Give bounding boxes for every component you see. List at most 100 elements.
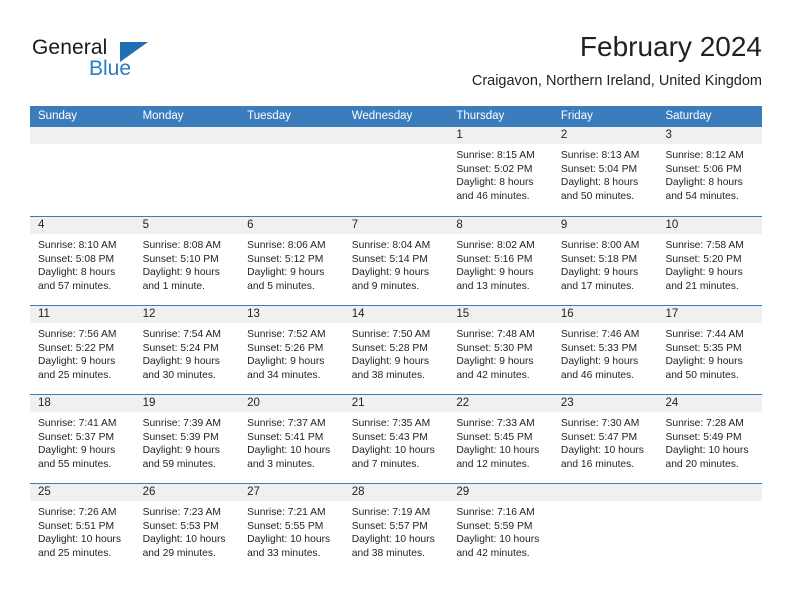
day-cell[interactable]: 3 Sunrise: 8:12 AM Sunset: 5:06 PM Dayli… <box>657 127 763 216</box>
day-info <box>30 144 135 149</box>
day-info: Sunrise: 7:58 AM Sunset: 5:20 PM Dayligh… <box>657 234 762 293</box>
weekday-header-tuesday: Tuesday <box>247 110 291 122</box>
day-cell[interactable]: 10 Sunrise: 7:58 AM Sunset: 5:20 PM Dayl… <box>657 217 763 305</box>
day-cell[interactable]: 14 Sunrise: 7:50 AM Sunset: 5:28 PM Dayl… <box>343 306 449 394</box>
day-number: 21 <box>343 395 449 412</box>
daylight-text-line2: and 34 minutes. <box>247 369 321 381</box>
daylight-text-line1: Daylight: 10 hours <box>665 445 749 457</box>
day-cell[interactable]: 7 Sunrise: 8:04 AM Sunset: 5:14 PM Dayli… <box>343 217 449 305</box>
week-row: 25 Sunrise: 7:26 AM Sunset: 5:51 PM Dayl… <box>30 483 763 572</box>
sunset-text: Sunset: 5:51 PM <box>38 520 115 532</box>
sunrise-text: Sunrise: 7:16 AM <box>456 507 535 518</box>
sunset-text: Sunset: 5:49 PM <box>665 431 742 443</box>
day-cell[interactable]: 4 Sunrise: 8:10 AM Sunset: 5:08 PM Dayli… <box>30 217 135 305</box>
day-number: 16 <box>552 306 658 323</box>
day-cell[interactable]: 5 Sunrise: 8:08 AM Sunset: 5:10 PM Dayli… <box>134 217 240 305</box>
daylight-text-line1: Daylight: 9 hours <box>456 267 534 279</box>
day-number: 14 <box>343 306 449 323</box>
daylight-text-line1: Daylight: 10 hours <box>247 445 331 457</box>
day-cell[interactable]: 19 Sunrise: 7:39 AM Sunset: 5:39 PM Dayl… <box>134 395 240 483</box>
day-cell[interactable]: 24 Sunrise: 7:28 AM Sunset: 5:49 PM Dayl… <box>657 395 763 483</box>
day-cell[interactable]: 9 Sunrise: 8:00 AM Sunset: 5:18 PM Dayli… <box>552 217 658 305</box>
location-subtitle: Craigavon, Northern Ireland, United King… <box>471 73 762 89</box>
sunset-text: Sunset: 5:41 PM <box>247 431 324 443</box>
day-cell[interactable]: 22 Sunrise: 7:33 AM Sunset: 5:45 PM Dayl… <box>448 395 553 483</box>
sunrise-text: Sunrise: 7:58 AM <box>665 240 744 251</box>
day-number <box>30 127 135 144</box>
daylight-text-line2: and 50 minutes. <box>665 369 739 381</box>
sunset-text: Sunset: 5:20 PM <box>665 253 742 265</box>
day-number: 22 <box>448 395 553 412</box>
day-cell[interactable]: 17 Sunrise: 7:44 AM Sunset: 5:35 PM Dayl… <box>657 306 763 394</box>
day-cell[interactable] <box>552 484 658 572</box>
day-cell[interactable] <box>239 127 344 216</box>
week-row: 4 Sunrise: 8:10 AM Sunset: 5:08 PM Dayli… <box>30 216 763 305</box>
sunset-text: Sunset: 5:53 PM <box>142 520 219 532</box>
daylight-text-line1: Daylight: 10 hours <box>38 534 121 546</box>
day-cell[interactable]: 6 Sunrise: 8:06 AM Sunset: 5:12 PM Dayli… <box>239 217 344 305</box>
daylight-text-line1: Daylight: 10 hours <box>351 445 435 457</box>
weekday-header-saturday: Saturday <box>665 110 712 122</box>
sunset-text: Sunset: 5:30 PM <box>456 342 533 354</box>
day-info: Sunrise: 7:23 AM Sunset: 5:53 PM Dayligh… <box>135 501 240 560</box>
daylight-text-line1: Daylight: 10 hours <box>560 445 644 457</box>
day-info <box>657 501 762 506</box>
day-cell[interactable]: 28 Sunrise: 7:19 AM Sunset: 5:57 PM Dayl… <box>343 484 449 572</box>
day-cell[interactable]: 23 Sunrise: 7:30 AM Sunset: 5:47 PM Dayl… <box>552 395 658 483</box>
day-cell[interactable]: 26 Sunrise: 7:23 AM Sunset: 5:53 PM Dayl… <box>134 484 240 572</box>
day-number: 6 <box>239 217 344 234</box>
daylight-text-line2: and 13 minutes. <box>456 280 530 292</box>
daylight-text-line2: and 29 minutes. <box>142 547 216 559</box>
day-cell[interactable]: 8 Sunrise: 8:02 AM Sunset: 5:16 PM Dayli… <box>448 217 553 305</box>
day-cell[interactable] <box>343 127 449 216</box>
day-info: Sunrise: 8:13 AM Sunset: 5:04 PM Dayligh… <box>553 144 658 203</box>
day-cell[interactable]: 29 Sunrise: 7:16 AM Sunset: 5:59 PM Dayl… <box>448 484 553 572</box>
day-cell[interactable]: 20 Sunrise: 7:37 AM Sunset: 5:41 PM Dayl… <box>239 395 344 483</box>
daylight-text-line1: Daylight: 10 hours <box>142 534 226 546</box>
daylight-text-line2: and 16 minutes. <box>560 458 635 470</box>
sunrise-text: Sunrise: 8:02 AM <box>456 240 535 251</box>
day-cell[interactable]: 11 Sunrise: 7:56 AM Sunset: 5:22 PM Dayl… <box>30 306 135 394</box>
day-info: Sunrise: 7:37 AM Sunset: 5:41 PM Dayligh… <box>239 412 344 471</box>
sunset-text: Sunset: 5:35 PM <box>665 342 742 354</box>
day-info: Sunrise: 7:16 AM Sunset: 5:59 PM Dayligh… <box>448 501 553 560</box>
sunrise-text: Sunrise: 7:28 AM <box>665 418 744 429</box>
day-cell[interactable]: 18 Sunrise: 7:41 AM Sunset: 5:37 PM Dayl… <box>30 395 135 483</box>
sunset-text: Sunset: 5:22 PM <box>38 342 115 354</box>
day-cell[interactable]: 15 Sunrise: 7:48 AM Sunset: 5:30 PM Dayl… <box>448 306 553 394</box>
day-cell[interactable]: 25 Sunrise: 7:26 AM Sunset: 5:51 PM Dayl… <box>30 484 135 572</box>
daylight-text-line2: and 7 minutes. <box>351 458 420 470</box>
day-cell[interactable] <box>657 484 763 572</box>
day-info: Sunrise: 7:50 AM Sunset: 5:28 PM Dayligh… <box>344 323 449 382</box>
day-cell[interactable]: 13 Sunrise: 7:52 AM Sunset: 5:26 PM Dayl… <box>239 306 344 394</box>
sunrise-text: Sunrise: 8:06 AM <box>247 240 326 251</box>
day-cell[interactable] <box>134 127 240 216</box>
day-cell[interactable]: 16 Sunrise: 7:46 AM Sunset: 5:33 PM Dayl… <box>552 306 658 394</box>
day-cell[interactable]: 12 Sunrise: 7:54 AM Sunset: 5:24 PM Dayl… <box>134 306 240 394</box>
daylight-text-line1: Daylight: 9 hours <box>38 356 116 368</box>
daylight-text-line1: Daylight: 8 hours <box>560 177 639 189</box>
sunset-text: Sunset: 5:04 PM <box>560 163 638 175</box>
daylight-text-line1: Daylight: 10 hours <box>456 534 540 546</box>
sunrise-text: Sunrise: 7:54 AM <box>142 329 221 340</box>
day-cell[interactable] <box>30 127 135 216</box>
day-number <box>552 484 658 501</box>
week-row: 18 Sunrise: 7:41 AM Sunset: 5:37 PM Dayl… <box>30 394 763 483</box>
day-cell[interactable]: 21 Sunrise: 7:35 AM Sunset: 5:43 PM Dayl… <box>343 395 449 483</box>
brand-logo[interactable]: General Blue <box>32 36 162 88</box>
daylight-text-line1: Daylight: 9 hours <box>560 356 639 368</box>
day-number <box>134 127 240 144</box>
day-number: 7 <box>343 217 449 234</box>
day-info: Sunrise: 7:28 AM Sunset: 5:49 PM Dayligh… <box>657 412 762 471</box>
sunrise-text: Sunrise: 8:15 AM <box>456 150 535 161</box>
sunrise-text: Sunrise: 7:35 AM <box>351 418 431 429</box>
sunrise-text: Sunrise: 7:21 AM <box>247 507 326 518</box>
daylight-text-line2: and 25 minutes. <box>38 547 112 559</box>
day-number: 5 <box>134 217 240 234</box>
day-cell[interactable]: 2 Sunrise: 8:13 AM Sunset: 5:04 PM Dayli… <box>552 127 658 216</box>
day-info: Sunrise: 7:46 AM Sunset: 5:33 PM Dayligh… <box>553 323 658 382</box>
day-number: 11 <box>30 306 135 323</box>
sunset-text: Sunset: 5:24 PM <box>142 342 219 354</box>
day-cell[interactable]: 27 Sunrise: 7:21 AM Sunset: 5:55 PM Dayl… <box>239 484 344 572</box>
day-cell[interactable]: 1 Sunrise: 8:15 AM Sunset: 5:02 PM Dayli… <box>448 127 553 216</box>
